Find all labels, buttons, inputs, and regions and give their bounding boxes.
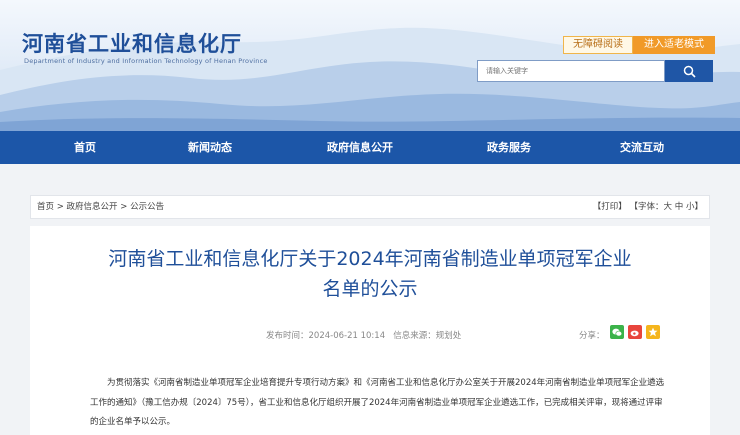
article-body: 为贯彻落实《河南省制造业单项冠军企业培育提升专项行动方案》和《河南省工业和信息化… bbox=[90, 378, 665, 427]
breadcrumb: 首页 > 政府信息公开 > 公示公告 bbox=[37, 196, 164, 218]
search-box bbox=[477, 60, 665, 82]
search-input[interactable] bbox=[478, 61, 664, 81]
site-header: 河南省工业和信息化厅 Department of Industry and In… bbox=[0, 0, 740, 131]
site-subtitle: Department of Industry and Information T… bbox=[24, 57, 268, 65]
article-title-line-1: 河南省工业和信息化厅关于2024年河南省制造业单项冠军企业 bbox=[108, 248, 632, 270]
accessibility-button[interactable]: 无障碍阅读 bbox=[563, 36, 633, 54]
nav-item-services[interactable]: 政务服务 bbox=[474, 131, 544, 164]
breadcrumb-separator: > bbox=[56, 202, 64, 212]
breadcrumb-home[interactable]: 首页 bbox=[37, 202, 54, 212]
site-title[interactable]: 河南省工业和信息化厅 bbox=[22, 28, 242, 58]
nav-item-gov-info[interactable]: 政府信息公开 bbox=[315, 131, 405, 164]
wechat-icon[interactable] bbox=[610, 325, 624, 339]
article: 河南省工业和信息化厅关于2024年河南省制造业单项冠军企业 名单的公示 发布时间… bbox=[30, 226, 710, 435]
print-button[interactable]: 【打印】 bbox=[593, 202, 627, 212]
qzone-icon[interactable] bbox=[646, 325, 660, 339]
breadcrumb-bar: 首页 > 政府信息公开 > 公示公告 【打印】 【字体：大 中 小】 bbox=[30, 195, 710, 219]
search-button[interactable] bbox=[665, 60, 713, 82]
page: 河南省工业和信息化厅 Department of Industry and In… bbox=[0, 0, 740, 435]
breadcrumb-gov-info[interactable]: 政府信息公开 bbox=[67, 202, 118, 212]
nav-item-interaction[interactable]: 交流互动 bbox=[607, 131, 677, 164]
main-nav: 首页 新闻动态 政府信息公开 政务服务 交流互动 bbox=[0, 131, 740, 164]
nav-item-news[interactable]: 新闻动态 bbox=[175, 131, 245, 164]
article-title-line-2: 名单的公示 bbox=[322, 278, 418, 300]
font-size-close: 】 bbox=[694, 202, 703, 212]
font-size-label: 【字体： bbox=[629, 202, 664, 212]
elder-mode-button[interactable]: 进入适老模式 bbox=[633, 36, 715, 54]
font-large-button[interactable]: 大 bbox=[664, 202, 673, 212]
nav-item-home[interactable]: 首页 bbox=[55, 131, 115, 164]
breadcrumb-notices[interactable]: 公示公告 bbox=[130, 202, 164, 212]
weibo-icon[interactable] bbox=[628, 325, 642, 339]
share-icons bbox=[610, 325, 660, 339]
magnifier-icon bbox=[683, 65, 696, 78]
page-tools: 【打印】 【字体：大 中 小】 bbox=[593, 196, 703, 218]
share-label: 分享： bbox=[579, 331, 605, 341]
info-source: 信息来源：规划处 bbox=[393, 331, 462, 341]
breadcrumb-separator: > bbox=[120, 202, 128, 212]
font-medium-button[interactable]: 中 bbox=[675, 202, 684, 212]
publish-time: 发布时间：2024-06-21 10:14 bbox=[266, 331, 386, 341]
article-meta: 发布时间：2024-06-21 10:14 信息来源：规划处 bbox=[266, 329, 461, 341]
article-title: 河南省工业和信息化厅关于2024年河南省制造业单项冠军企业 名单的公示 bbox=[30, 244, 710, 304]
